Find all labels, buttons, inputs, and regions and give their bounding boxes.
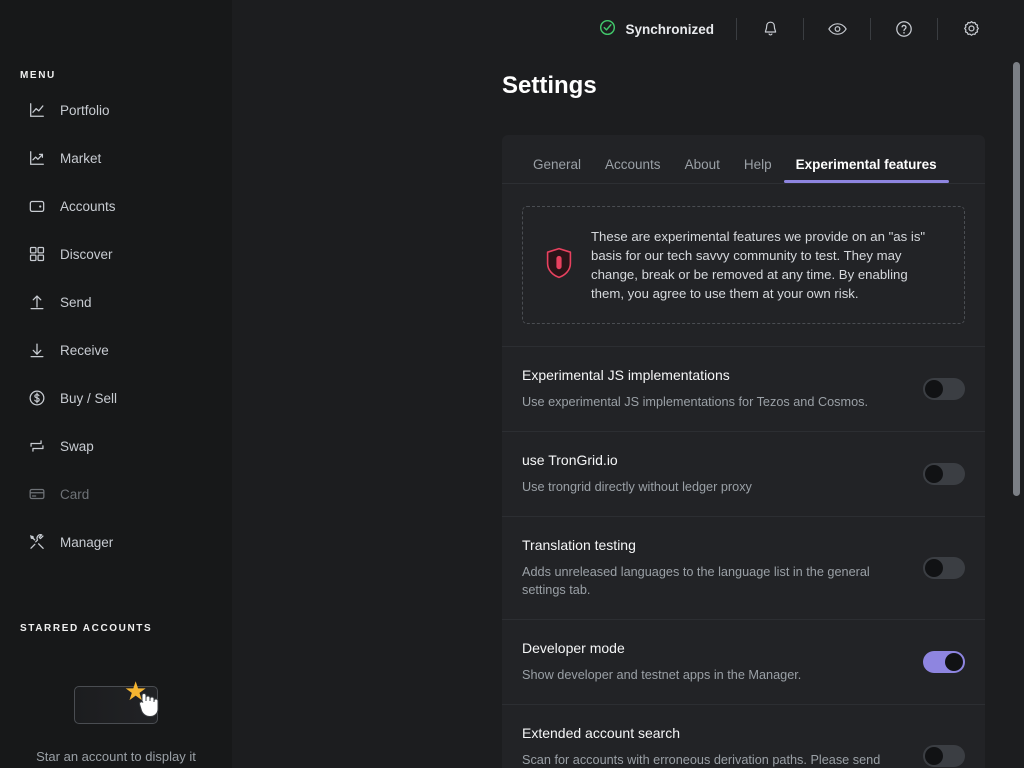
- feature-row: Developer mode Show developer and testnet…: [502, 619, 985, 704]
- vertical-scrollbar[interactable]: [1013, 62, 1020, 496]
- feature-title: Experimental JS implementations: [522, 367, 730, 383]
- sidebar-item-label: Send: [60, 294, 92, 310]
- sidebar-item-receive[interactable]: Receive: [0, 333, 232, 367]
- sidebar-item-label: Swap: [60, 438, 94, 454]
- eye-icon[interactable]: [826, 18, 848, 40]
- toggle-knob: [925, 465, 943, 483]
- topbar-divider: [803, 18, 804, 40]
- feature-text: Developer mode Show developer and testnet…: [522, 640, 801, 684]
- sidebar-item-send[interactable]: Send: [0, 285, 232, 319]
- toggle-knob: [925, 380, 943, 398]
- starred-empty-text: Star an account to display it here.: [36, 749, 196, 768]
- feature-toggle[interactable]: [923, 378, 965, 400]
- arrow-down-icon: [28, 341, 46, 359]
- swap-arrows-icon: [28, 437, 46, 455]
- sync-status: Synchronized: [599, 19, 714, 39]
- topbar-divider: [937, 18, 938, 40]
- feature-toggle[interactable]: [923, 463, 965, 485]
- feature-row: Extended account search Scan for accounts…: [502, 704, 985, 768]
- experimental-warning-banner: These are experimental features we provi…: [522, 206, 965, 324]
- feature-text: use TronGrid.io Use trongrid directly wit…: [522, 452, 752, 496]
- sidebar-nav: Portfolio Market Accounts Discover Send Recei…: [0, 93, 232, 573]
- feature-title: Extended account search: [522, 725, 680, 741]
- feature-title: Translation testing: [522, 537, 636, 553]
- settings-panel: General Accounts About Help Experimental fea…: [502, 135, 985, 768]
- sidebar-item-card: Card: [0, 477, 232, 511]
- feature-description: Use trongrid directly without ledger pro…: [522, 480, 752, 494]
- sidebar-item-accounts[interactable]: Accounts: [0, 189, 232, 223]
- sidebar-item-label: Manager: [60, 534, 114, 550]
- feature-description: Show developer and testnet apps in the M…: [522, 668, 802, 682]
- check-circle-icon: [599, 19, 616, 39]
- tab-help[interactable]: Help: [732, 157, 784, 183]
- sidebar-item-label: Buy / Sell: [60, 390, 118, 406]
- sidebar-item-swap[interactable]: Swap: [0, 429, 232, 463]
- experimental-features-list: Experimental JS implementations Use exper…: [502, 346, 985, 768]
- topbar-divider: [736, 18, 737, 40]
- trending-up-icon: [28, 149, 46, 167]
- toggle-knob: [925, 747, 943, 765]
- tab-experimental-features[interactable]: Experimental features: [783, 157, 949, 183]
- starred-accounts-label: STARRED ACCOUNTS: [20, 623, 153, 634]
- topbar-divider: [870, 18, 871, 40]
- arrow-up-icon: [28, 293, 46, 311]
- sidebar-item-label: Receive: [60, 342, 109, 358]
- feature-text: Experimental JS implementations Use exper…: [522, 367, 868, 411]
- feature-toggle[interactable]: [923, 651, 965, 673]
- grid-icon: [28, 245, 46, 263]
- feature-text: Extended account search Scan for accounts…: [522, 725, 903, 768]
- tools-icon: [28, 533, 46, 551]
- feature-row: use TronGrid.io Use trongrid directly wit…: [502, 431, 985, 516]
- sidebar-item-buy-sell[interactable]: Buy / Sell: [0, 381, 232, 415]
- feature-toggle[interactable]: [923, 745, 965, 767]
- feature-title: Developer mode: [522, 640, 625, 656]
- sidebar-item-label: Portfolio: [60, 102, 110, 118]
- toggle-knob: [925, 559, 943, 577]
- sidebar-item-manager[interactable]: Manager: [0, 525, 232, 559]
- page-title: Settings: [502, 72, 597, 99]
- sidebar-item-discover[interactable]: Discover: [0, 237, 232, 271]
- dollar-circle-icon: [28, 389, 46, 407]
- sidebar-item-label: Discover: [60, 246, 113, 262]
- tab-about[interactable]: About: [673, 157, 732, 183]
- topbar: Synchronized: [232, 0, 1024, 58]
- sidebar-item-label: Market: [60, 150, 102, 166]
- toggle-knob: [945, 653, 963, 671]
- sidebar-item-label: Accounts: [60, 198, 116, 214]
- feature-toggle[interactable]: [923, 557, 965, 579]
- help-circle-icon[interactable]: [893, 18, 915, 40]
- settings-tabs: General Accounts About Help Experimental fea…: [502, 135, 985, 183]
- sidebar-item-portfolio[interactable]: Portfolio: [0, 93, 232, 127]
- feature-description: Scan for accounts with erroneous derivat…: [522, 753, 881, 767]
- starred-accounts-empty-state: Star an account to display it here.: [0, 648, 232, 768]
- main-content: Synchronized Settings General Accounts A…: [232, 0, 1024, 768]
- shield-warning-icon: [545, 247, 573, 284]
- feature-text: Translation testing Adds unreleased langu…: [522, 537, 903, 599]
- sync-status-label: Synchronized: [625, 21, 714, 37]
- tabs-divider: [502, 183, 985, 184]
- tab-general[interactable]: General: [521, 157, 593, 183]
- app-window: MENU Portfolio Market Accounts Discover Send…: [0, 0, 1024, 768]
- wallet-icon: [28, 197, 46, 215]
- feature-title: use TronGrid.io: [522, 452, 618, 468]
- tab-accounts[interactable]: Accounts: [593, 157, 673, 183]
- sidebar-item-label: Card: [60, 486, 90, 502]
- feature-description: Use experimental JS implementations for …: [522, 395, 869, 409]
- bell-icon[interactable]: [759, 18, 781, 40]
- feature-row: Experimental JS implementations Use exper…: [502, 346, 985, 431]
- credit-card-icon: [28, 485, 46, 503]
- chart-line-icon: [28, 101, 46, 119]
- experimental-warning-text: These are experimental features we provi…: [591, 229, 926, 301]
- feature-row: Translation testing Adds unreleased langu…: [502, 516, 985, 619]
- menu-section-label: MENU: [20, 70, 56, 81]
- pointing-hand-cursor-icon: [137, 690, 161, 723]
- feature-description: Adds unreleased languages to the languag…: [522, 565, 870, 597]
- sidebar-item-market[interactable]: Market: [0, 141, 232, 175]
- sidebar: MENU Portfolio Market Accounts Discover Send…: [0, 0, 232, 768]
- gear-icon[interactable]: [960, 18, 982, 40]
